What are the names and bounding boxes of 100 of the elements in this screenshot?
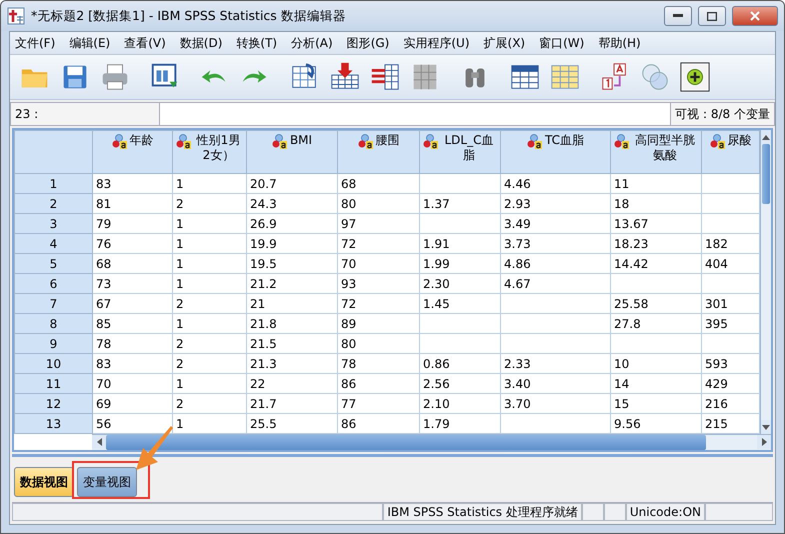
- table-cell: 1.91: [420, 234, 500, 254]
- table-cell: 19.5: [246, 254, 338, 274]
- table-cell: 2: [172, 354, 246, 374]
- column-header[interactable]: 尿酸: [702, 130, 760, 174]
- table-cell: 2.56: [420, 374, 500, 394]
- row-header[interactable]: 6: [14, 274, 92, 294]
- row-header[interactable]: 13: [14, 414, 92, 434]
- table-cell: 93: [338, 274, 420, 294]
- status-message: IBM SPSS Statistics 处理程序就绪: [383, 503, 582, 521]
- column-header[interactable]: BMI: [246, 130, 338, 174]
- menu-item[interactable]: 转换(T): [231, 34, 286, 52]
- table-cell: 21.2: [246, 274, 338, 294]
- column-header[interactable]: 高同型半胱氨酸: [610, 130, 702, 174]
- row-header[interactable]: 2: [14, 194, 92, 214]
- table-cell: 1: [172, 314, 246, 334]
- menu-item[interactable]: 查看(V): [119, 34, 175, 52]
- table-cell: 83: [92, 354, 172, 374]
- window-title: *无标题2 [数据集1] - IBM SPSS Statistics 数据编辑器: [31, 8, 347, 24]
- table-cell: 2.10: [420, 394, 500, 414]
- minimize-button[interactable]: [664, 6, 692, 26]
- variable-icon: [614, 133, 630, 149]
- table-cell: 3.40: [500, 374, 610, 394]
- table-cell: 1.99: [420, 254, 500, 274]
- variable-icon: [272, 133, 288, 149]
- row-header[interactable]: 7: [14, 294, 92, 314]
- up-arrow-icon: [762, 134, 770, 140]
- status-panel: [582, 503, 604, 521]
- table-cell: 1: [172, 234, 246, 254]
- table-cell: 72: [338, 234, 420, 254]
- table-cell: 14: [610, 374, 702, 394]
- view-tab[interactable]: 变量视图: [77, 467, 137, 497]
- table-cell: 89: [338, 314, 420, 334]
- table-cell: 3.73: [500, 234, 610, 254]
- table-cell: 21.3: [246, 354, 338, 374]
- vertical-scrollbar[interactable]: [760, 130, 771, 434]
- row-header[interactable]: 12: [14, 394, 92, 414]
- menu-item[interactable]: 实用程序(U): [398, 34, 479, 52]
- table-cell: 80: [338, 334, 420, 354]
- table-cell: 1: [172, 274, 246, 294]
- maximize-button[interactable]: [698, 6, 726, 26]
- view-tab[interactable]: 数据视图: [14, 467, 74, 497]
- table-cell: 21.7: [246, 394, 338, 414]
- table-cell: 80: [338, 194, 420, 214]
- table-cell: 69: [92, 394, 172, 414]
- table-cell: 2: [172, 394, 246, 414]
- minimize-icon: [673, 14, 683, 18]
- menu-item[interactable]: 文件(F): [10, 34, 64, 52]
- menu-item[interactable]: 帮助(H): [593, 34, 650, 52]
- menu-item[interactable]: 编辑(E): [64, 34, 120, 52]
- table-cell: 19.9: [246, 234, 338, 254]
- table-cell: 68: [92, 254, 172, 274]
- table-cell: 25.58: [610, 294, 702, 314]
- table-cell: 14.42: [610, 254, 702, 274]
- table-cell: 20.7: [246, 174, 338, 194]
- menu-item[interactable]: 数据(D): [174, 34, 232, 52]
- table-cell: 4.67: [500, 274, 610, 294]
- status-panel: [604, 503, 626, 521]
- table-cell: 2: [172, 294, 246, 314]
- close-button[interactable]: [732, 6, 778, 26]
- table-cell: 67: [92, 294, 172, 314]
- encoding-status: Unicode:ON: [626, 503, 705, 521]
- table-cell: 2.30: [420, 274, 500, 294]
- row-header[interactable]: 10: [14, 354, 92, 374]
- table-cell: 70: [92, 374, 172, 394]
- row-header[interactable]: 11: [14, 374, 92, 394]
- row-header[interactable]: 4: [14, 234, 92, 254]
- left-arrow-icon: [96, 438, 102, 446]
- column-header[interactable]: 年龄: [92, 130, 172, 174]
- table-cell: 11: [610, 174, 702, 194]
- table-cell: 73: [92, 274, 172, 294]
- column-header[interactable]: 性别1男2女）: [172, 130, 246, 174]
- table-cell: 72: [338, 294, 420, 314]
- table-cell: 1.45: [420, 294, 500, 314]
- row-header[interactable]: 1: [14, 174, 92, 194]
- column-header[interactable]: 腰围: [338, 130, 420, 174]
- table-cell: 78: [92, 334, 172, 354]
- column-header[interactable]: LDL_C血脂: [420, 130, 500, 174]
- scrollbar-thumb[interactable]: [106, 435, 706, 450]
- toolbar-button[interactable]: [678, 60, 712, 94]
- horizontal-scrollbar[interactable]: [92, 434, 771, 450]
- row-header[interactable]: 5: [14, 254, 92, 274]
- table-cell: 0.86: [420, 354, 500, 374]
- down-arrow-icon: [762, 424, 770, 430]
- table-cell: 70: [338, 254, 420, 274]
- row-header[interactable]: 3: [14, 214, 92, 234]
- close-icon: [750, 11, 760, 21]
- menu-item[interactable]: 图形(G): [342, 34, 398, 52]
- table-cell: 85: [92, 314, 172, 334]
- table-cell: 13.67: [610, 214, 702, 234]
- menu-item[interactable]: 扩展(X): [478, 34, 534, 52]
- menu-item[interactable]: 分析(A): [286, 34, 342, 52]
- column-header[interactable]: TC血脂: [500, 130, 610, 174]
- table-cell: 79: [92, 214, 172, 234]
- row-header[interactable]: 8: [14, 314, 92, 334]
- row-header[interactable]: 9: [14, 334, 92, 354]
- table-cell: 3.49: [500, 214, 610, 234]
- menu-item[interactable]: 窗口(W): [534, 34, 594, 52]
- table-cell: 78: [338, 354, 420, 374]
- table-cell: 4.86: [500, 254, 610, 274]
- scrollbar-thumb[interactable]: [762, 144, 770, 204]
